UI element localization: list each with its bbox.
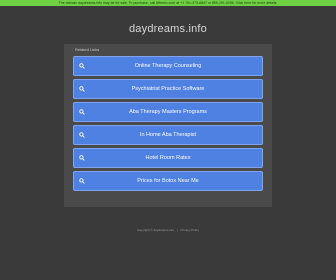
search-icon — [79, 155, 85, 161]
related-link-label: Aba Therapy Masters Programs — [129, 109, 207, 115]
related-link-label: Psychiatrist Practice Software — [131, 86, 205, 92]
panel-label: Related Links — [75, 47, 100, 52]
search-icon — [79, 132, 85, 138]
domain-title: daydreams.info — [128, 23, 207, 35]
related-link-label: In Home Aba Therapist — [139, 132, 197, 138]
related-link-online-therapy[interactable]: Online Therapy Counseling — [73, 56, 263, 76]
related-link-label: Online Therapy Counseling — [134, 63, 202, 69]
search-icon — [79, 178, 85, 184]
privacy-policy-link[interactable]: Privacy Policy — [181, 228, 200, 232]
copyright-text: Copyright © daydreams.info — [136, 228, 175, 232]
footer: Copyright © daydreams.info | Privacy Pol… — [0, 228, 336, 233]
related-link-aba-therapist[interactable]: In Home Aba Therapist — [73, 125, 263, 145]
search-icon — [79, 63, 85, 69]
search-icon — [79, 109, 85, 115]
related-link-botox-prices[interactable]: Prices for Botox Near Me — [73, 171, 263, 191]
related-links-panel: Related Links Online Therapy Counseling … — [64, 44, 272, 207]
related-link-aba-masters[interactable]: Aba Therapy Masters Programs — [73, 102, 263, 122]
search-icon — [79, 86, 85, 92]
related-link-hotel-rates[interactable]: Hotel Room Rates — [73, 148, 263, 168]
domain-sale-banner[interactable]: The domain daydreams.info may be for sal… — [0, 0, 336, 6]
related-link-label: Prices for Botox Near Me — [137, 178, 199, 184]
related-links-list: Online Therapy Counseling Psychiatrist P… — [73, 56, 263, 194]
related-link-psychiatrist-software[interactable]: Psychiatrist Practice Software — [73, 79, 263, 99]
related-link-label: Hotel Room Rates — [145, 155, 191, 161]
footer-separator: | — [176, 228, 178, 232]
